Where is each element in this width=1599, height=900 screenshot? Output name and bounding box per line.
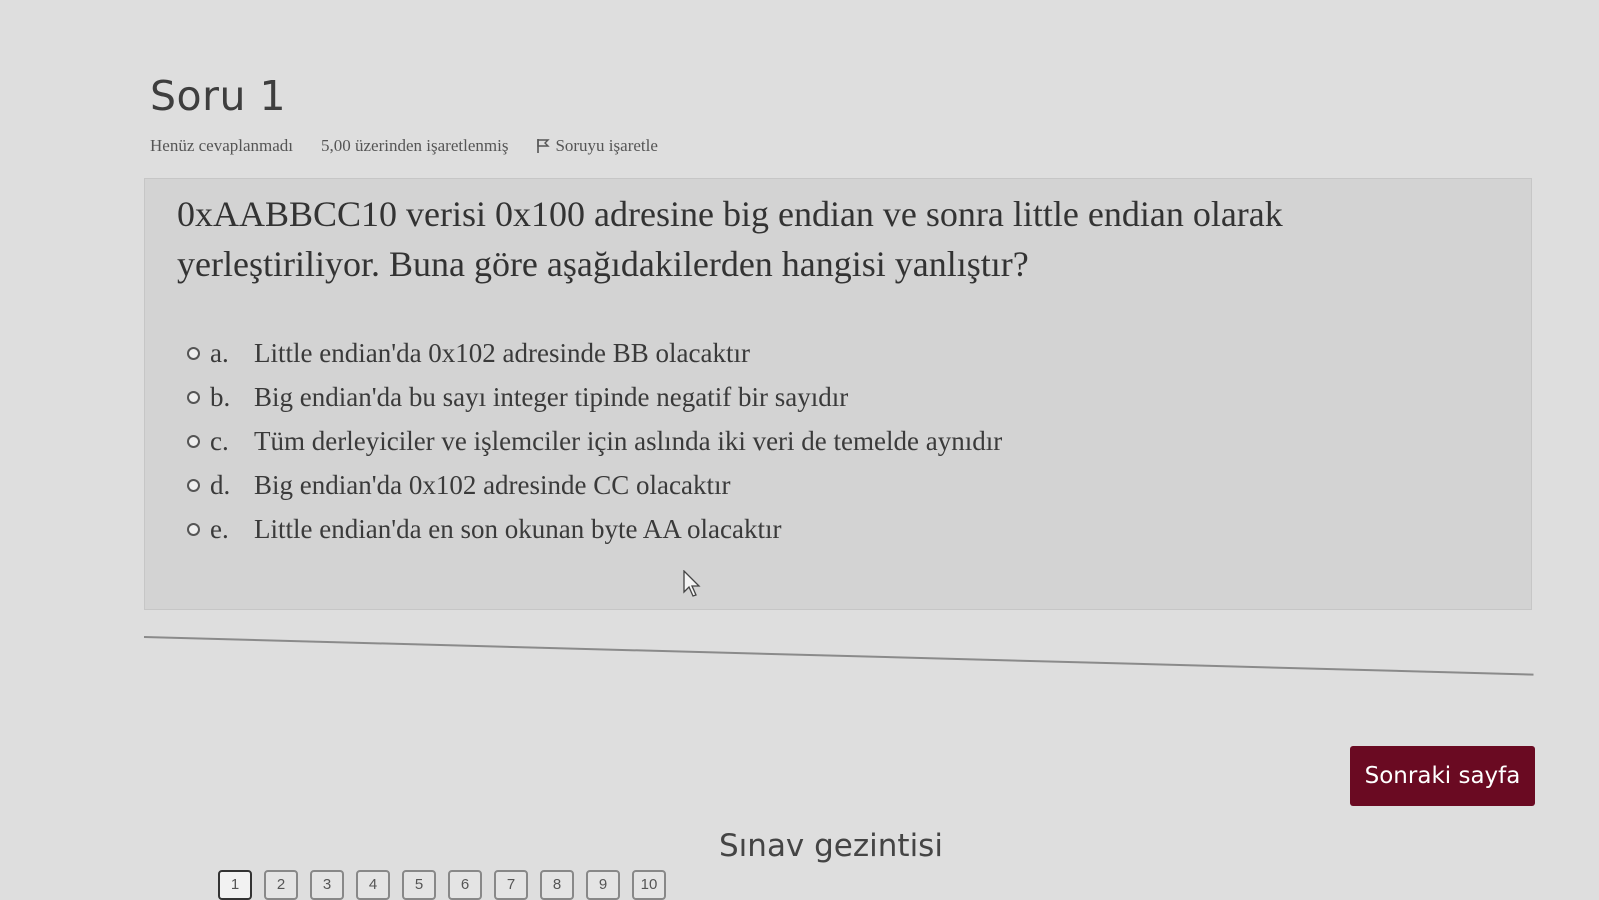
answer-option[interactable]: b. Big endian'da bu sayı integer tipinde …	[187, 375, 1002, 419]
answer-text: Little endian'da 0x102 adresinde BB olac…	[254, 337, 750, 368]
question-text: 0xAABBCC10 verisi 0x100 adresine big end…	[177, 194, 1283, 284]
question-box: 0xAABBCC10 verisi 0x100 adresine big end…	[144, 178, 1532, 610]
quiz-nav-button[interactable]: 7	[494, 870, 528, 900]
question-status: Henüz cevaplanmadı	[150, 136, 294, 155]
answer-option[interactable]: c. Tüm derleyiciler ve işlemciler için as…	[187, 419, 1002, 463]
answer-letter: d.	[210, 469, 231, 500]
radio-button[interactable]	[187, 522, 200, 536]
answer-letter: c.	[210, 425, 229, 456]
answer-letter: a.	[210, 337, 229, 368]
quiz-navigation-title: Sınav gezintisi	[719, 828, 943, 864]
quiz-nav-button[interactable]: 8	[540, 870, 574, 900]
flag-icon	[537, 139, 551, 153]
answer-option[interactable]: a. Little endian'da 0x102 adresinde BB ol…	[187, 331, 1002, 375]
answer-list: a. Little endian'da 0x102 adresinde BB ol…	[187, 331, 1002, 551]
question-marks: 5,00 üzerinden işaretlenmiş	[321, 136, 509, 155]
radio-button[interactable]	[187, 478, 200, 492]
mouse-cursor-icon	[683, 570, 701, 597]
radio-button[interactable]	[187, 434, 200, 448]
question-title: Soru 1	[150, 72, 287, 120]
quiz-nav-button[interactable]: 2	[264, 870, 298, 900]
radio-button[interactable]	[187, 390, 200, 404]
answer-text: Big endian'da bu sayı integer tipinde ne…	[254, 381, 849, 412]
divider	[143, 636, 1534, 676]
radio-button[interactable]	[187, 346, 200, 360]
quiz-nav-button[interactable]: 9	[586, 870, 620, 900]
answer-text: Little endian'da en son okunan byte AA o…	[254, 513, 782, 544]
quiz-page: Soru 1 Henüz cevaplanmadı 5,00 üzerinden…	[0, 0, 1599, 900]
flag-question-link[interactable]: Soruyu işaretle	[536, 136, 658, 156]
answer-option[interactable]: d. Big endian'da 0x102 adresinde CC olaca…	[187, 463, 1002, 507]
quiz-navigation: 1 2 3 4 5 6 7 8 9 10	[218, 870, 678, 900]
answer-text: Big endian'da 0x102 adresinde CC olacakt…	[254, 469, 731, 500]
answer-letter: b.	[210, 381, 231, 412]
flag-question-label: Soruyu işaretle	[555, 136, 658, 155]
quiz-nav-button[interactable]: 3	[310, 870, 344, 900]
quiz-nav-button[interactable]: 6	[448, 870, 482, 900]
question-info: Henüz cevaplanmadı 5,00 üzerinden işaret…	[150, 136, 658, 156]
answer-letter: e.	[210, 513, 229, 544]
next-page-button[interactable]: Sonraki sayfa	[1350, 746, 1535, 806]
quiz-nav-button[interactable]: 5	[402, 870, 436, 900]
answer-text: Tüm derleyiciler ve işlemciler için aslı…	[254, 425, 1003, 456]
quiz-nav-button[interactable]: 4	[356, 870, 390, 900]
answer-option[interactable]: e. Little endian'da en son okunan byte AA…	[187, 507, 1002, 551]
quiz-nav-button[interactable]: 1	[218, 870, 252, 900]
quiz-nav-button[interactable]: 10	[632, 870, 666, 900]
